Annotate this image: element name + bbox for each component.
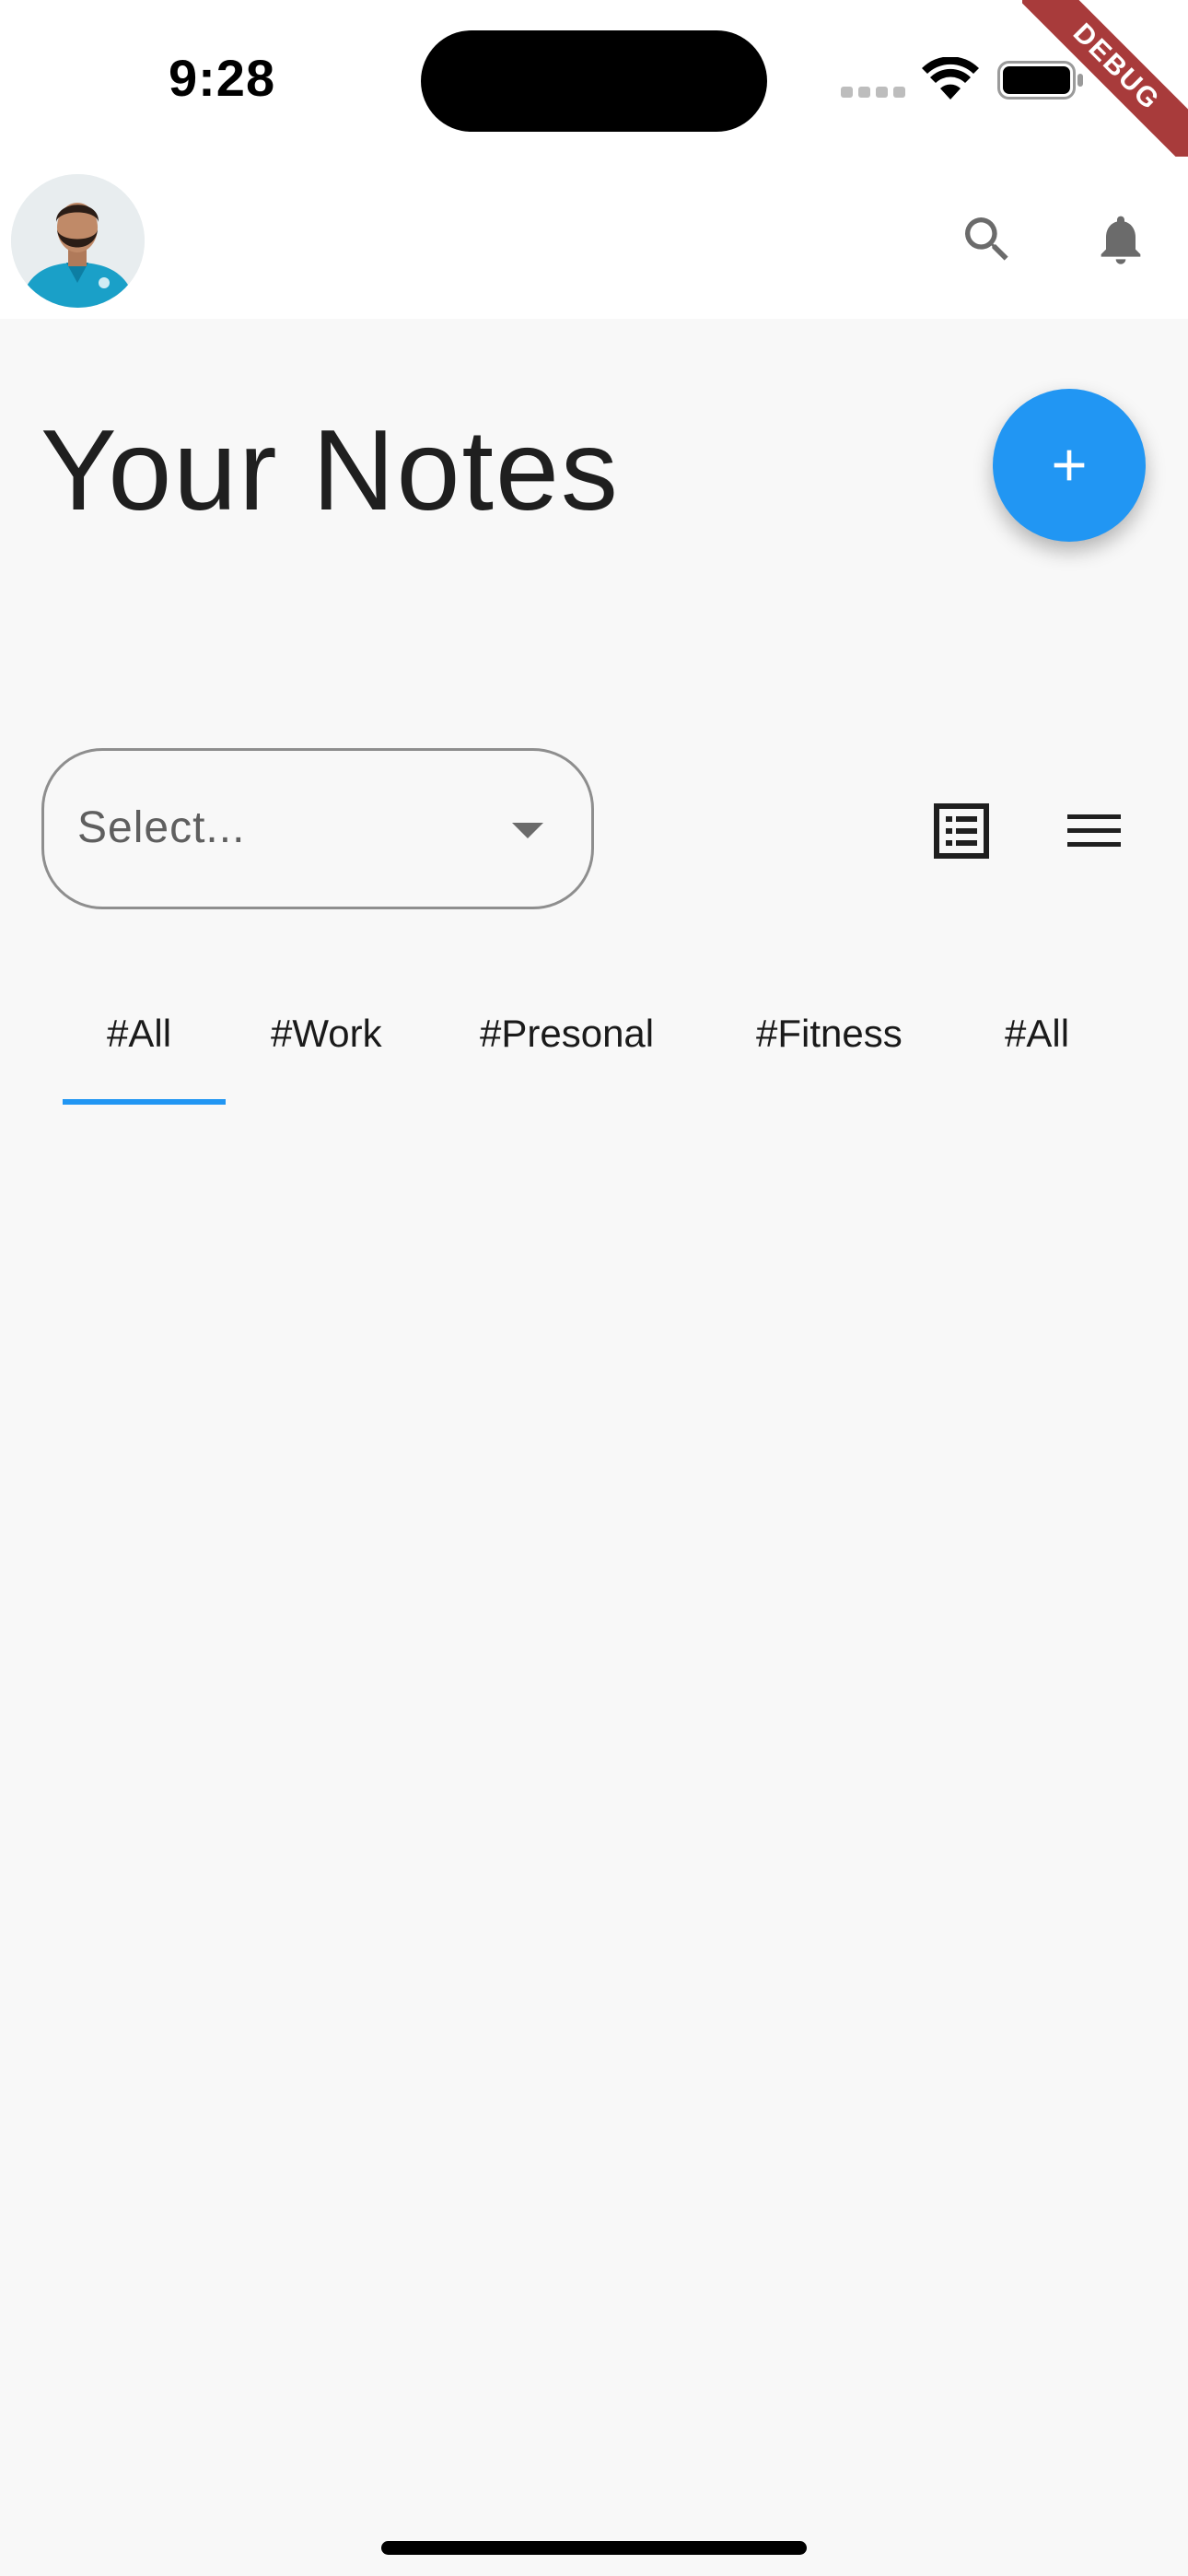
tab-personal[interactable]: #Presonal [480, 1012, 654, 1056]
grid-view-icon [934, 803, 989, 859]
add-note-button[interactable] [993, 389, 1146, 542]
status-bar: 9:28 [0, 0, 1188, 157]
tag-tabs: #All #Work #Presonal #Fitness #All [0, 995, 1188, 1111]
tab-all[interactable]: #All [107, 1012, 171, 1056]
page-title: Your Notes [41, 407, 620, 534]
bell-icon [1101, 216, 1141, 264]
category-dropdown[interactable]: Select... [41, 748, 594, 909]
search-button[interactable] [950, 203, 1024, 276]
home-indicator[interactable] [381, 2541, 807, 2555]
tab-indicator [63, 1099, 226, 1105]
grid-view-button[interactable] [925, 794, 998, 868]
battery-icon [997, 61, 1083, 100]
avatar[interactable] [11, 174, 145, 308]
notifications-button[interactable] [1084, 203, 1158, 276]
wifi-icon [922, 57, 979, 100]
list-view-button[interactable] [1057, 794, 1131, 868]
status-time: 9:28 [169, 49, 276, 107]
cellular-signal-icon [841, 87, 907, 100]
plus-icon [1054, 450, 1085, 481]
dynamic-island [421, 30, 767, 132]
dropdown-arrow-icon [512, 823, 543, 838]
list-view-icon [1067, 814, 1121, 847]
tab-fitness[interactable]: #Fitness [756, 1012, 903, 1056]
search-icon [965, 217, 1008, 261]
tab-all-2[interactable]: #All [1005, 1012, 1069, 1056]
tab-work[interactable]: #Work [271, 1012, 382, 1056]
app-bar [0, 157, 1188, 319]
dropdown-placeholder: Select... [77, 803, 246, 852]
profile-photo-icon [11, 174, 145, 308]
